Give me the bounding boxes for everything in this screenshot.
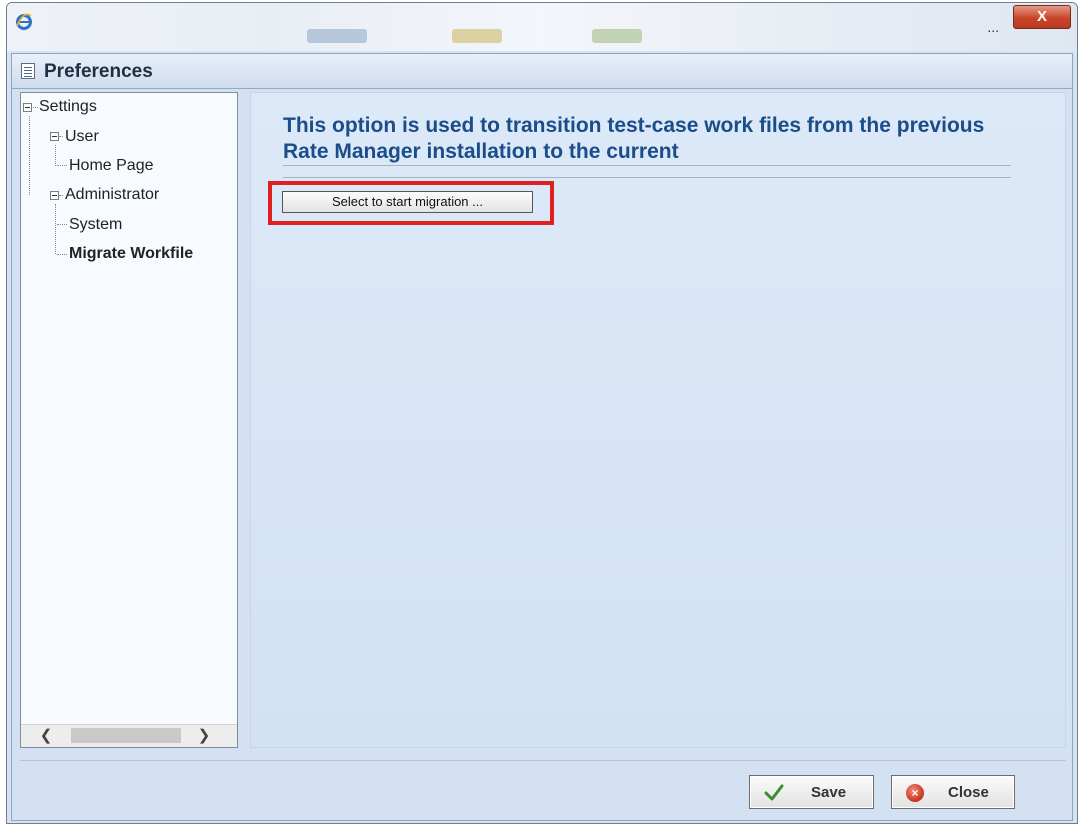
scroll-right-arrow-icon[interactable]: ❯ bbox=[193, 726, 215, 746]
titlebar-background-blob bbox=[452, 29, 502, 43]
save-button-label: Save bbox=[811, 784, 847, 801]
titlebar-background-blob bbox=[307, 29, 367, 43]
tree-connector bbox=[55, 204, 56, 254]
save-button[interactable]: Save bbox=[749, 775, 874, 809]
preferences-panel: Preferences Settings User Home Page Admi… bbox=[11, 53, 1073, 821]
tree-connector bbox=[59, 195, 63, 196]
footer-divider bbox=[20, 760, 1066, 761]
tree-connector bbox=[57, 254, 67, 255]
close-button[interactable]: × Close bbox=[891, 775, 1015, 809]
titlebar-background-blob bbox=[592, 29, 642, 43]
tree-item-migrate-workfiles[interactable]: Migrate Workfile bbox=[69, 245, 193, 263]
window-menu-ellipsis[interactable]: ... bbox=[987, 19, 999, 35]
title-divider bbox=[283, 177, 1011, 178]
migrate-workfiles-content: This option is used to transition test-c… bbox=[250, 92, 1066, 748]
collapse-settings-icon[interactable] bbox=[23, 103, 32, 112]
title-divider bbox=[283, 165, 1011, 166]
content-title: This option is used to transition test-c… bbox=[283, 114, 985, 163]
tree-connector bbox=[57, 165, 67, 166]
tree-connector bbox=[59, 136, 63, 137]
tree-item-system[interactable]: System bbox=[69, 216, 122, 234]
tree-connector bbox=[55, 145, 56, 166]
tree-connector bbox=[29, 116, 30, 195]
tree-item-settings[interactable]: Settings bbox=[39, 98, 97, 116]
scrollbar-thumb[interactable] bbox=[71, 728, 181, 743]
preferences-list-icon bbox=[21, 63, 35, 79]
tree-connector bbox=[33, 107, 38, 108]
collapse-administrator-icon[interactable] bbox=[50, 191, 59, 200]
settings-tree[interactable]: Settings User Home Page Administrator Sy… bbox=[20, 92, 238, 748]
browser-dialog-window: ... X Preferences Settings User Home Pag… bbox=[6, 2, 1078, 824]
panel-header: Preferences bbox=[12, 54, 1072, 89]
start-migration-button[interactable]: Select to start migration ... bbox=[282, 191, 533, 213]
tree-item-user[interactable]: User bbox=[65, 128, 99, 146]
window-titlebar: ... X bbox=[7, 3, 1077, 51]
scroll-left-arrow-icon[interactable]: ❮ bbox=[35, 726, 57, 746]
tree-connector bbox=[57, 224, 67, 225]
close-button-label: Close bbox=[948, 784, 989, 801]
window-close-button[interactable]: X bbox=[1013, 5, 1071, 29]
tree-item-home-page[interactable]: Home Page bbox=[69, 157, 154, 175]
collapse-user-icon[interactable] bbox=[50, 132, 59, 141]
close-circle-icon: × bbox=[906, 784, 924, 802]
tree-item-administrator[interactable]: Administrator bbox=[65, 186, 159, 204]
panel-title: Preferences bbox=[44, 61, 153, 82]
internet-explorer-icon bbox=[16, 13, 32, 30]
tree-horizontal-scrollbar[interactable]: ❮ ❯ bbox=[21, 724, 237, 747]
checkmark-icon bbox=[764, 784, 784, 801]
